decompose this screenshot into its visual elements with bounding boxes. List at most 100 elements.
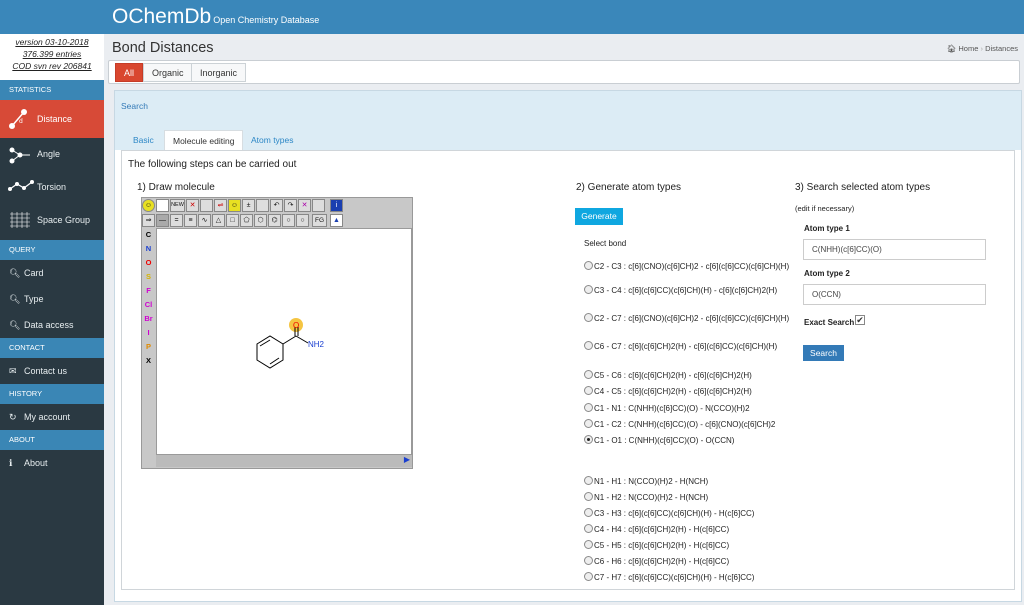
bond-option[interactable]: C1 - N1 : C(NHH)(c[6]CC)(O) - N(CCO)(H)2	[584, 403, 794, 414]
bond-radio[interactable]	[584, 341, 593, 350]
bond-radio[interactable]	[584, 435, 593, 444]
molecule-editor[interactable]: ☺ NEW ✕ ⇌ ☺ ± ↶ ↷ ✕ i ⇒ — = ≡ ∿ △ □ ⬠ ⬡ …	[141, 197, 413, 469]
arrow-tool-icon[interactable]: ⇒	[142, 214, 155, 227]
element-x[interactable]: X	[142, 354, 155, 368]
bond-option[interactable]: C3 - H3 : c[6](c[6]CC)(c[6]CH)(H) - H(c[…	[584, 508, 794, 519]
generate-button[interactable]: Generate	[575, 208, 623, 225]
bond-option[interactable]: C5 - H5 : c[6](c[6]CH)2(H) - H(c[6]CC)	[584, 540, 794, 551]
sidebar-item-my-account[interactable]: ↻ My account	[0, 404, 104, 430]
blank-tool-icon[interactable]	[200, 199, 213, 212]
sidebar-item-space-group[interactable]: Space Group	[0, 204, 104, 237]
new-button[interactable]: NEW	[170, 199, 185, 212]
undo-icon[interactable]: ↶	[270, 199, 283, 212]
blank-tool-icon[interactable]	[312, 199, 325, 212]
bond-option[interactable]: C6 - H6 : c[6](c[6]CH)2(H) - H(c[6]CC)	[584, 556, 794, 567]
bond-radio[interactable]	[584, 403, 593, 412]
heptagon-ring-icon[interactable]: ○	[282, 214, 295, 227]
info-icon[interactable]: i	[330, 199, 343, 212]
bond-option[interactable]: N1 - H1 : N(CCO)(H)2 - H(NCH)	[584, 476, 794, 487]
square-ring-icon[interactable]: □	[226, 214, 239, 227]
triangle-icon[interactable]: ▲	[330, 214, 343, 227]
exact-search-checkbox[interactable]: ✔	[855, 315, 865, 325]
scroll-right-icon[interactable]: ▶	[404, 455, 410, 464]
bond-option[interactable]: C6 - C7 : c[6](c[6]CH)2(H) - c[6](c[6]CC…	[584, 341, 794, 352]
bond-radio[interactable]	[584, 540, 593, 549]
bond-option[interactable]: C1 - O1 : C(NHH)(c[6]CC)(O) - O(CCN)	[584, 435, 794, 446]
sidebar-item-about[interactable]: ℹ About	[0, 450, 104, 476]
select-tool-icon[interactable]	[156, 199, 169, 212]
search-button[interactable]: Search	[803, 345, 844, 361]
bond-radio[interactable]	[584, 556, 593, 565]
tab-inorganic[interactable]: Inorganic	[191, 63, 247, 82]
element-p[interactable]: P	[142, 340, 155, 354]
pentagon-ring-icon[interactable]: ⬠	[240, 214, 253, 227]
element-s[interactable]: S	[142, 270, 155, 284]
blank-tool-icon[interactable]	[256, 199, 269, 212]
element-f[interactable]: F	[142, 284, 155, 298]
entries-line[interactable]: 376.399 entries	[0, 48, 104, 60]
hexagon-ring-icon[interactable]: ⬡	[254, 214, 267, 227]
bond-option[interactable]: C4 - C5 : c[6](c[6]CH)2(H) - c[6](c[6]CH…	[584, 386, 794, 397]
bond-radio[interactable]	[584, 476, 593, 485]
cod-revision-line[interactable]: COD svn rev 206841	[0, 60, 104, 72]
triple-bond-icon[interactable]: ≡	[184, 214, 197, 227]
bond-option[interactable]: C1 - C2 : C(NHH)(c[6]CC)(O) - c[6](CNO)(…	[584, 419, 794, 430]
breadcrumb-home[interactable]: Home	[958, 44, 978, 53]
sidebar-item-distance[interactable]: d Distance	[0, 100, 104, 138]
sidebar-item-angle[interactable]: Angle	[0, 138, 104, 171]
bond-option[interactable]: C2 - C7 : c[6](CNO)(c[6]CH)2 - c[6](c[6]…	[584, 313, 794, 324]
functional-group-button[interactable]: FG	[312, 214, 327, 227]
bond-option[interactable]: C3 - C4 : c[6](c[6]CC)(c[6]CH)(H) - c[6]…	[584, 285, 794, 296]
bond-option[interactable]: C7 - H7 : c[6](c[6]CC)(c[6]CH)(H) - H(c[…	[584, 572, 794, 583]
bond-radio[interactable]	[584, 285, 593, 294]
element-c[interactable]: C	[142, 228, 155, 242]
tab-molecule-editing[interactable]: Molecule editing	[164, 130, 244, 150]
element-o[interactable]: O	[142, 256, 155, 270]
bond-radio[interactable]	[584, 419, 593, 428]
search-header[interactable]: Search	[115, 91, 1021, 123]
tab-organic[interactable]: Organic	[143, 63, 193, 82]
double-bond-icon[interactable]: =	[170, 214, 183, 227]
drawing-canvas[interactable]: O NH2	[156, 228, 412, 455]
version-line[interactable]: version 03-10-2018	[0, 36, 104, 48]
element-cl[interactable]: Cl	[142, 298, 155, 312]
element-br[interactable]: Br	[142, 312, 155, 326]
tab-atom-types[interactable]: Atom types	[243, 130, 302, 150]
delete-icon[interactable]: ✕	[186, 199, 199, 212]
bond-radio[interactable]	[584, 386, 593, 395]
redo-icon[interactable]: ↷	[284, 199, 297, 212]
bond-radio[interactable]	[584, 508, 593, 517]
sidebar-item-contact-us[interactable]: ✉ Contact us	[0, 358, 104, 384]
octagon-ring-icon[interactable]: ○	[296, 214, 309, 227]
bond-option[interactable]: C4 - H4 : c[6](c[6]CH)2(H) - H(c[6]CC)	[584, 524, 794, 535]
benzene-ring-icon[interactable]: ⌬	[268, 214, 281, 227]
sidebar-item-card[interactable]: 🔍︎ Card	[0, 260, 104, 286]
chain-icon[interactable]: ∿	[198, 214, 211, 227]
triangle-ring-icon[interactable]: △	[212, 214, 225, 227]
brand[interactable]: OChemDb Open Chemistry Database	[112, 5, 319, 32]
stereo-tool-icon[interactable]: ±	[242, 199, 255, 212]
sidebar-item-type[interactable]: 🔍︎ Type	[0, 286, 104, 312]
single-bond-icon[interactable]: —	[156, 214, 169, 227]
sidebar-item-torsion[interactable]: Torsion	[0, 171, 104, 204]
bond-option[interactable]: C2 - C3 : c[6](CNO)(c[6]CH)2 - c[6](c[6]…	[584, 261, 794, 272]
clear-icon[interactable]: ✕	[298, 199, 311, 212]
editor-scrollbar[interactable]: ▶	[156, 455, 412, 467]
bond-radio[interactable]	[584, 492, 593, 501]
bond-option[interactable]: C5 - C6 : c[6](c[6]CH)2(H) - c[6](c[6]CH…	[584, 370, 794, 381]
bond-radio[interactable]	[584, 313, 593, 322]
atom-type2-field[interactable]: O(CCN)	[803, 284, 986, 305]
bond-option[interactable]: N1 - H2 : N(CCO)(H)2 - H(NCH)	[584, 492, 794, 503]
bond-radio[interactable]	[584, 572, 593, 581]
query-tool-icon[interactable]: ☺	[228, 199, 241, 212]
bond-radio[interactable]	[584, 524, 593, 533]
tab-all[interactable]: All	[115, 63, 144, 82]
bond-radio[interactable]	[584, 261, 593, 270]
atom-type1-field[interactable]: C(NHH)(c[6]CC)(O)	[803, 239, 986, 260]
element-n[interactable]: N	[142, 242, 155, 256]
bond-radio[interactable]	[584, 370, 593, 379]
sidebar-item-data-access[interactable]: 🔍︎ Data access	[0, 312, 104, 338]
element-i[interactable]: I	[142, 326, 155, 340]
tab-basic[interactable]: Basic	[125, 130, 162, 150]
smiley-icon[interactable]: ☺	[142, 199, 155, 212]
